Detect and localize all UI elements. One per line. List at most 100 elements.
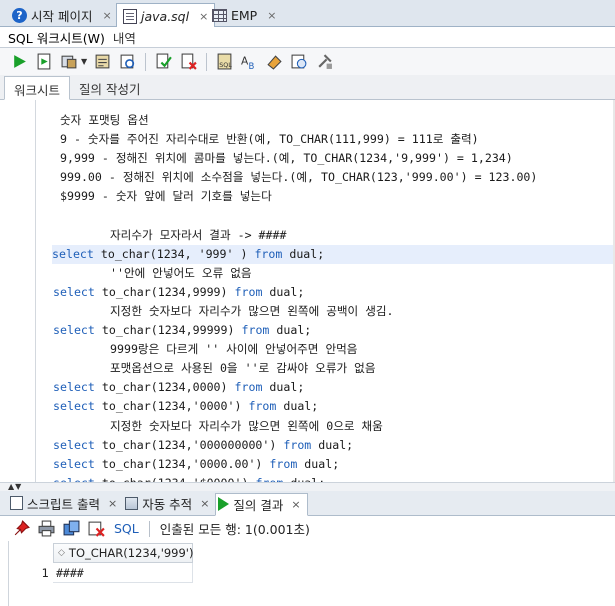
clear-button[interactable] [265,52,284,71]
freeze-view-button[interactable] [12,519,31,538]
refresh-button[interactable] [62,519,81,538]
sql-expression: to_char(1234,99999) [94,323,242,338]
sql-keyword: from [241,323,270,338]
tab-worksheet[interactable]: 워크시트 [4,76,71,100]
find-replace-button[interactable]: AB [240,52,259,71]
svg-text:SQL: SQL [219,61,232,69]
column-header[interactable]: ◇ TO_CHAR(1234,'999') [53,543,193,563]
run-script-button[interactable] [35,52,54,71]
tab-autotrace-label: 자동 추적 [142,496,193,512]
find-replace-icon: AB [241,55,255,70]
chevron-down-icon[interactable]: ▼ [81,57,87,66]
close-icon[interactable]: × [291,498,300,511]
run-statement-button[interactable] [10,52,29,71]
sql-table: dual; [297,456,340,471]
comment-line[interactable]: 지정한 숫자보다 자리수가 많으면 왼쪽에 공백이 생김. [53,302,615,321]
close-icon[interactable]: × [102,9,111,22]
editor-text: 지정한 숫자보다 자리수가 많으면 왼쪽에 0으로 채움 [110,418,383,433]
sql-history-button[interactable] [290,52,309,71]
eraser-icon [267,55,282,70]
comment-line[interactable]: 자리수가 모자라서 결과 -> #### [53,226,615,245]
editor-text: 9 - 숫자를 주어진 자리수대로 반환(예, TO_CHAR(111,999)… [60,132,479,147]
sql-tuning-button[interactable] [118,52,137,71]
refresh-icon [63,520,80,536]
comment-line[interactable]: ''안에 안넣어도 오류 없음 [53,264,615,283]
sql-table: dual; [276,399,319,414]
editor-content[interactable]: 숫자 포맷팅 옵션 9 - 숫자를 주어진 자리수대로 반환(예, TO_CHAR… [52,111,615,482]
tab-history[interactable]: 내역 [113,28,136,47]
tab-sql-worksheet[interactable]: SQL 워크시트(W) [8,28,105,47]
comment-line[interactable]: 포맷옵션으로 사용된 0을 ''로 감싸야 오류가 없음 [53,359,615,378]
scroll-arrows-icon[interactable]: ▲▼ [8,482,22,491]
tab-query-result-label: 질의 결과 [233,497,284,513]
sql-keyword: select [53,399,95,414]
tab-query-builder[interactable]: 질의 작성기 [70,76,149,99]
comment-line[interactable]: 9999랑은 다르게 '' 사이에 안넣어주면 안먹음 [53,340,615,359]
comment-line[interactable] [53,206,615,225]
commit-button[interactable] [154,52,173,71]
tab-autotrace[interactable]: 자동 추적 × [123,492,215,515]
tab-start-page[interactable]: ? 시작 페이지 × [6,3,118,27]
output-tab-bar: 스크립트 출력 × 자동 추적 × 질의 결과 × [0,491,615,516]
sql-statement-line[interactable]: select to_char(1234,0000) from dual; [53,378,615,397]
comment-line[interactable]: 999.00 - 정해진 위치에 소수점을 넣는다.(예, TO_CHAR(12… [53,168,615,187]
sql-button[interactable]: SQL [114,521,139,536]
history-icon [291,54,307,69]
sql-expression: to_char(1234,'000000000') [94,437,284,452]
rollback-button[interactable] [179,52,198,71]
script-output-icon [10,496,23,510]
sort-icon[interactable]: ◇ [58,548,65,557]
editor-text: 숫자 포맷팅 옵션 [60,113,149,127]
explain-plan-button[interactable] [93,52,112,71]
cancel-button[interactable] [87,519,106,538]
editor-text: 포맷옵션으로 사용된 0을 ''로 감싸야 오류가 없음 [110,361,376,376]
sql-statement-line[interactable]: select to_char(1234,'$0000') from dual; [53,474,615,482]
sql-format-icon: SQL [217,53,232,70]
sql-editor[interactable]: 숫자 포맷팅 옵션 9 - 숫자를 주어진 자리수대로 반환(예, TO_CHAR… [0,100,615,482]
comment-line[interactable]: $9999 - 숫자 앞에 달러 기호를 넣는다 [53,187,615,206]
autotrace-button[interactable] [60,52,79,71]
close-icon[interactable]: × [108,497,117,510]
result-cell[interactable]: #### [53,563,193,583]
sql-table: dual; [282,246,325,261]
comment-line[interactable]: 9 - 숫자를 주어진 자리수대로 반환(예, TO_CHAR(111,999)… [53,130,615,149]
line-gutter [0,100,36,482]
editor-text: 9999랑은 다르게 '' 사이에 안넣어주면 안먹음 [110,342,358,357]
unshared-worksheet-button[interactable] [315,52,334,71]
sql-keyword: select [53,323,95,338]
tab-emp[interactable]: EMP × [206,3,282,27]
worksheet-toolbar: ▼ SQL AB [0,48,615,75]
editor-text: $9999 - 숫자 앞에 달러 기호를 넣는다 [60,189,272,204]
sql-keyword: select [53,456,95,471]
sql-statement-line[interactable]: select to_char(1234,'0000.00') from dual… [53,455,615,474]
editor-text: 9,999 - 정해진 위치에 콤마를 넣는다.(예, TO_CHAR(1234… [60,151,513,166]
table-icon [212,8,227,22]
sql-statement-line[interactable]: select to_char(1234,99999) from dual; [53,321,615,340]
comment-line[interactable]: 9,999 - 정해진 위치에 콤마를 넣는다.(예, TO_CHAR(1234… [53,149,615,168]
editor-text: 999.00 - 정해진 위치에 소수점을 넣는다.(예, TO_CHAR(12… [60,170,538,185]
comment-line[interactable]: 숫자 포맷팅 옵션 [53,111,615,130]
sql-table: dual; [262,380,305,395]
horizontal-scrollbar[interactable]: ▲▼ [0,482,615,491]
sql-keyword: from [248,399,277,414]
sql-keyword: from [234,284,263,299]
sql-expression: to_char(1234,9999) [94,284,235,299]
sql-statement-line[interactable]: select to_char(1234,9999) from dual; [53,283,615,302]
close-icon[interactable]: × [200,497,209,510]
sql-expression: to_char(1234,'0000.00') [94,456,270,471]
document-tab-bar: ? 시작 페이지 × java.sql × EMP × [0,0,615,28]
print-button[interactable] [37,519,56,538]
tab-query-result[interactable]: 질의 결과 × [215,492,308,516]
tab-script-output[interactable]: 스크립트 출력 × [8,492,123,515]
result-grid[interactable]: ◇ TO_CHAR(1234,'999') 1 #### [0,541,615,606]
sql-format-button[interactable]: SQL [215,52,234,71]
sql-statement-line[interactable]: select to_char(1234, '999' ) from dual; [52,244,615,264]
tab-java-sql[interactable]: java.sql × [116,3,216,28]
sql-statement-line[interactable]: select to_char(1234,'0000') from dual; [53,397,615,416]
svg-text:B: B [249,62,255,70]
tuning-icon [120,54,135,69]
sql-statement-line[interactable]: select to_char(1234,'000000000') from du… [53,436,615,455]
comment-line[interactable]: 지정한 숫자보다 자리수가 많으면 왼쪽에 0으로 채움 [53,417,615,436]
close-icon[interactable]: × [267,9,276,22]
column-header-label: TO_CHAR(1234,'999') [68,546,194,560]
